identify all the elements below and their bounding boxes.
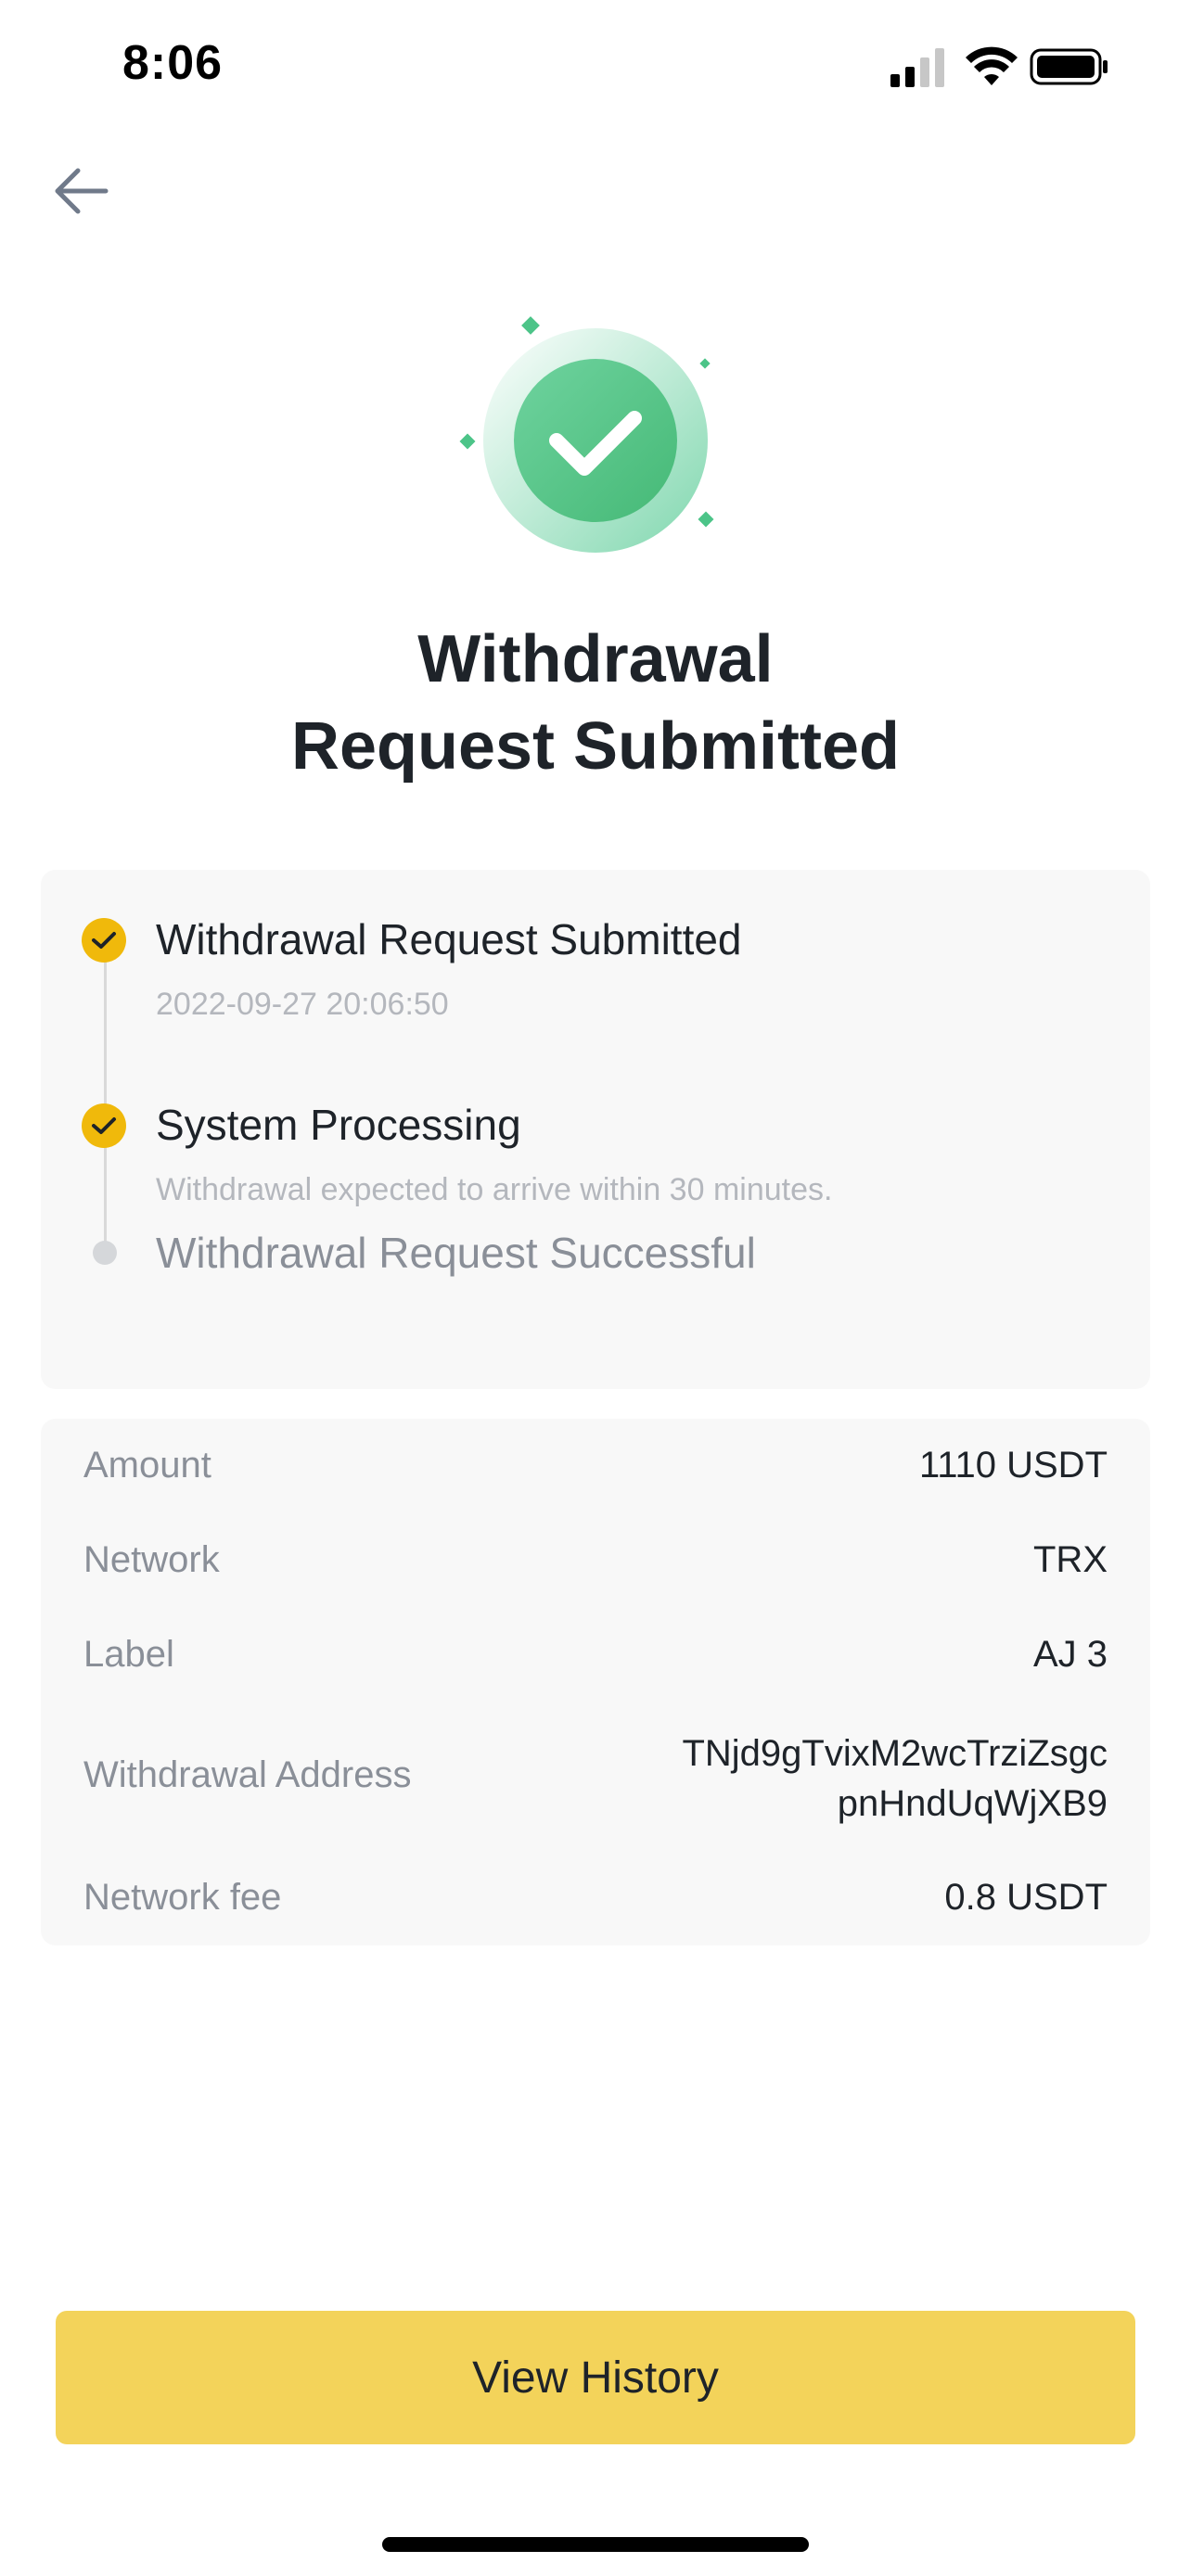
detail-value: TRX	[1033, 1539, 1108, 1580]
wifi-icon	[966, 46, 1018, 85]
step-done-check-icon	[82, 918, 126, 963]
status-icons	[890, 46, 1113, 87]
timeline-line	[104, 944, 107, 1250]
detail-value: 1110 USDT	[918, 1445, 1108, 1486]
home-indicator	[382, 2537, 809, 2552]
address-line2: pnHndUqWjXB9	[837, 1783, 1108, 1824]
battery-icon	[1030, 48, 1108, 85]
withdrawal-address-value: TNjd9gTvixM2wcTrziZsgc pnHndUqWjXB9	[682, 1728, 1108, 1829]
step-pending-dot-icon	[93, 1241, 117, 1265]
success-check-icon	[459, 316, 714, 553]
step-title: Withdrawal Request Submitted	[156, 915, 742, 963]
details-card: Amount 1110 USDT Network TRX Label AJ 3 …	[41, 1419, 1150, 1945]
step-description: Withdrawal expected to arrive within 30 …	[156, 1172, 833, 1207]
detail-value: AJ 3	[1032, 1634, 1108, 1675]
detail-label: Network	[83, 1539, 220, 1580]
detail-label: Label	[83, 1634, 174, 1675]
view-history-button[interactable]: View History	[56, 2311, 1135, 2444]
page-title-line1: Withdrawal	[417, 622, 774, 696]
detail-label: Withdrawal Address	[83, 1754, 412, 1795]
step-title: Withdrawal Request Successful	[156, 1229, 756, 1277]
detail-label: Amount	[83, 1445, 211, 1486]
detail-label: Network fee	[83, 1877, 282, 1918]
status-bar: 8:06	[0, 0, 1191, 139]
step-title: System Processing	[156, 1101, 521, 1149]
address-line1: TNjd9gTvixM2wcTrziZsgc	[682, 1733, 1108, 1774]
status-time: 8:06	[122, 36, 224, 90]
detail-value: 0.8 USDT	[944, 1877, 1108, 1918]
page-title: Withdrawal Request Submitted	[0, 616, 1191, 790]
page-title-line2: Request Submitted	[290, 709, 901, 784]
arrow-left-icon	[55, 168, 109, 214]
progress-card: Withdrawal Request Submitted 2022-09-27 …	[41, 870, 1150, 1389]
step-done-check-icon	[82, 1103, 126, 1148]
back-button[interactable]	[50, 163, 111, 219]
step-timestamp: 2022-09-27 20:06:50	[156, 987, 449, 1022]
signal-icon	[890, 48, 944, 87]
